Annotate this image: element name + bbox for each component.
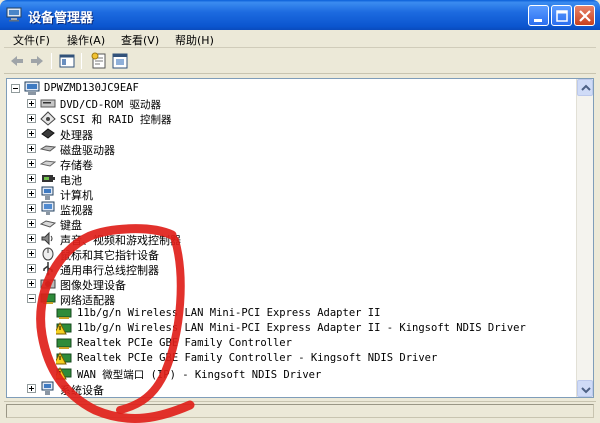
tree-item-disk[interactable]: 磁盘驱动器	[7, 141, 307, 157]
expand-toggle[interactable]	[27, 114, 36, 123]
cdrom-icon	[40, 99, 56, 108]
vertical-scrollbar[interactable]	[576, 79, 593, 397]
sound-icon	[41, 231, 53, 246]
tree-item-storage[interactable]: 存储卷	[7, 156, 307, 172]
chevron-up-icon	[581, 84, 591, 91]
battery-icon	[42, 175, 55, 182]
tree-item-network[interactable]: 网络适配器	[7, 291, 307, 307]
tree-root-label: DPWZMD130JC9EAF	[44, 82, 139, 94]
storage-volume-icon	[40, 160, 56, 167]
close-button[interactable]	[574, 5, 595, 26]
tree-item-imaging[interactable]: 图像处理设备	[7, 276, 307, 292]
expand-toggle[interactable]	[27, 264, 36, 273]
scroll-down-button[interactable]	[577, 380, 593, 397]
maximize-button[interactable]	[551, 5, 572, 26]
processor-icon	[41, 128, 55, 139]
expand-toggle[interactable]	[27, 99, 36, 108]
expand-toggle[interactable]	[27, 144, 36, 153]
computer-icon	[24, 81, 40, 95]
keyboard-icon	[40, 220, 56, 228]
minimize-button[interactable]	[528, 5, 549, 26]
tree-item-keyboard[interactable]: 键盘	[7, 216, 307, 232]
scsi-icon	[40, 111, 56, 126]
toolbar	[4, 49, 596, 74]
expand-toggle[interactable]	[27, 189, 36, 198]
expand-toggle[interactable]	[27, 249, 36, 258]
network-card-icon	[56, 338, 72, 349]
tree-item-dvd[interactable]: DVD/CD-ROM 驱动器	[7, 96, 307, 111]
mouse-icon	[42, 247, 54, 261]
tree-item-adapter[interactable]: Realtek PCIe GBE Family Controller - Kin…	[7, 351, 487, 366]
title-bar[interactable]: 设备管理器	[0, 0, 600, 30]
window-title: 设备管理器	[28, 11, 94, 26]
status-cell	[6, 404, 594, 418]
device-tree[interactable]: DPWZMD130JC9EAF DVD/CD-ROM 驱动器 SCSI 和 RA…	[6, 78, 594, 398]
expand-toggle[interactable]	[27, 159, 36, 168]
tree-item-battery[interactable]: 电池	[7, 171, 307, 187]
expand-toggle[interactable]	[27, 129, 36, 138]
network-card-icon	[56, 308, 72, 319]
tree-item-adapter[interactable]: WAN 微型端口 (IP) - Kingsoft NDIS Driver	[7, 366, 487, 381]
usb-icon	[43, 262, 53, 276]
expand-toggle[interactable]	[27, 234, 36, 243]
warning-network-card-icon	[56, 366, 72, 380]
tree-item-adapter[interactable]: 11b/g/n Wireless LAN Mini-PCI Express Ad…	[7, 321, 526, 336]
expand-toggle[interactable]	[27, 174, 36, 183]
collapse-toggle[interactable]	[27, 294, 36, 303]
tree-item-scsi[interactable]: SCSI 和 RAID 控制器	[7, 111, 307, 126]
close-icon	[579, 10, 591, 22]
collapse-toggle[interactable]	[11, 84, 20, 93]
minimize-icon	[534, 19, 542, 22]
network-adapter-icon	[40, 293, 56, 304]
device-manager-icon	[6, 7, 22, 22]
disk-drive-icon	[40, 145, 56, 152]
menu-view[interactable]: 查看(V)	[121, 32, 159, 48]
toolbar-separator	[81, 53, 82, 69]
tree-item-adapter[interactable]: 11b/g/n Wireless LAN Mini-PCI Express Ad…	[7, 306, 487, 321]
tree-item-system[interactable]: 系统设备	[7, 381, 307, 397]
back-arrow-icon[interactable]	[8, 52, 26, 70]
tree-item-monitor[interactable]: 监视器	[7, 201, 307, 217]
menu-file[interactable]: 文件(F)	[13, 32, 50, 48]
menu-help[interactable]: 帮助(H)	[175, 32, 214, 48]
imaging-icon	[40, 279, 56, 289]
console-tree-icon[interactable]	[58, 52, 76, 70]
tree-item-usb[interactable]: 通用串行总线控制器	[7, 261, 307, 277]
scroll-up-button[interactable]	[577, 79, 593, 96]
properties-icon[interactable]	[90, 52, 108, 70]
warning-network-card-icon	[56, 351, 72, 365]
status-bar	[4, 401, 596, 419]
tree-root[interactable]: DPWZMD130JC9EAF	[7, 81, 307, 96]
toolbar-separator	[51, 53, 52, 69]
menu-bar: 文件(F) 操作(A) 查看(V) 帮助(H)	[4, 30, 596, 48]
tree-item-computer[interactable]: 计算机	[7, 186, 307, 202]
warning-network-card-icon	[56, 321, 72, 335]
expand-toggle[interactable]	[27, 204, 36, 213]
computer-icon	[41, 186, 54, 200]
expand-toggle[interactable]	[27, 384, 36, 393]
menu-action[interactable]: 操作(A)	[67, 32, 105, 48]
tree-item-processor[interactable]: 处理器	[7, 126, 307, 142]
expand-toggle[interactable]	[27, 279, 36, 288]
expand-toggle[interactable]	[27, 219, 36, 228]
tree-item-mouse[interactable]: 鼠标和其它指针设备	[7, 246, 307, 262]
system-device-icon	[41, 381, 54, 395]
tree-item-sound[interactable]: 声音、视频和游戏控制器	[7, 231, 307, 247]
help-icon[interactable]	[111, 52, 129, 70]
maximize-icon	[556, 10, 568, 22]
tree-item-adapter[interactable]: Realtek PCIe GBE Family Controller	[7, 336, 487, 351]
chevron-down-icon	[581, 387, 591, 394]
monitor-icon	[41, 201, 55, 215]
forward-arrow-icon[interactable]	[28, 52, 46, 70]
